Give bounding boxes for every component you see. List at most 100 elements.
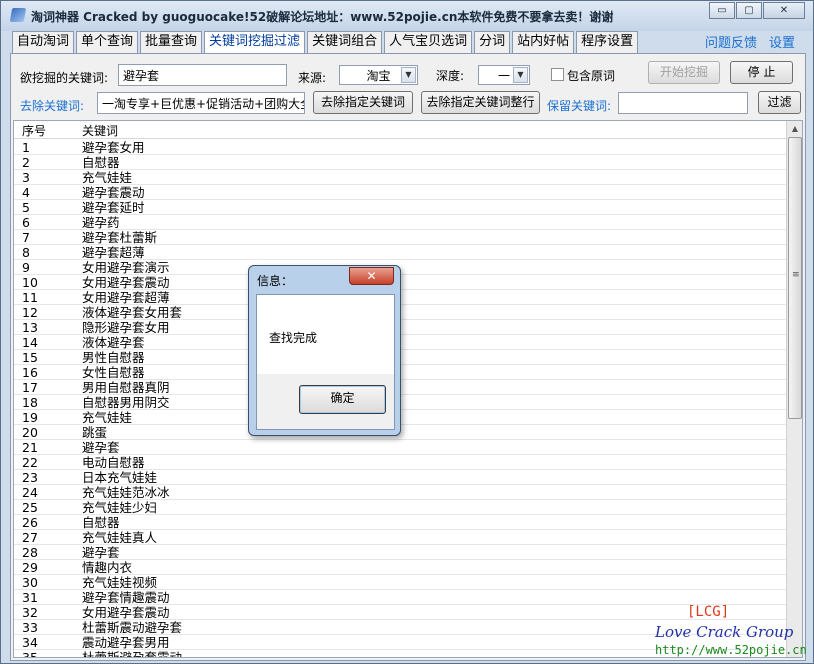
table-row[interactable]: 22 电动自慰器 bbox=[14, 455, 787, 470]
keyword-input[interactable]: 避孕套 bbox=[118, 64, 287, 86]
row-keyword: 跳蛋 bbox=[82, 425, 108, 440]
watermark-group: Love Crack Group bbox=[655, 623, 794, 641]
row-no: 23 bbox=[22, 470, 38, 485]
row-no: 20 bbox=[22, 425, 38, 440]
scroll-thumb[interactable]: ≡ bbox=[788, 137, 802, 419]
minimize-button[interactable]: ▭ bbox=[709, 2, 735, 19]
row-keyword: 自慰器 bbox=[82, 155, 120, 170]
row-no: 32 bbox=[22, 605, 38, 620]
table-row[interactable]: 1 避孕套女用 bbox=[14, 140, 787, 155]
keyword-label: 欲挖掘的关键词: bbox=[20, 71, 109, 85]
row-no: 29 bbox=[22, 560, 38, 575]
table-row[interactable]: 21 避孕套 bbox=[14, 440, 787, 455]
close-button[interactable]: ✕ bbox=[763, 2, 805, 19]
grip-icon: ≡ bbox=[792, 270, 800, 280]
tab-3[interactable]: 批量查询 bbox=[140, 31, 203, 53]
row-keyword: 避孕套超薄 bbox=[82, 245, 145, 260]
row-keyword: 避孕套情趣震动 bbox=[82, 590, 170, 605]
table-row[interactable]: 28 避孕套 bbox=[14, 545, 787, 560]
row-no: 31 bbox=[22, 590, 38, 605]
table-row[interactable]: 4 避孕套震动 bbox=[14, 185, 787, 200]
row-no: 8 bbox=[22, 245, 30, 260]
filter-button[interactable]: 过滤 bbox=[758, 91, 801, 114]
row-no: 28 bbox=[22, 545, 38, 560]
tab-9[interactable]: 程序设置 bbox=[576, 31, 639, 53]
row-keyword: 杜蕾斯避孕套震动 bbox=[82, 650, 183, 658]
table-row[interactable]: 7 避孕套杜蕾斯 bbox=[14, 230, 787, 245]
tab-4[interactable]: 关键词挖掘过滤 bbox=[204, 31, 306, 54]
chevron-down-icon[interactable]: ▼ bbox=[513, 67, 528, 83]
settings-link[interactable]: 设置 bbox=[769, 32, 795, 51]
table-row[interactable]: 32 女用避孕套震动 bbox=[14, 605, 787, 620]
row-no: 1 bbox=[22, 140, 30, 155]
row-no: 33 bbox=[22, 620, 38, 635]
row-keyword: 避孕套杜蕾斯 bbox=[82, 230, 158, 245]
remove-specified-button[interactable]: 去除指定关键词 bbox=[313, 91, 413, 114]
stop-button[interactable]: 停 止 bbox=[730, 61, 793, 84]
header-no[interactable]: 序号 bbox=[22, 122, 82, 139]
tab-7[interactable]: 分词 bbox=[474, 31, 511, 53]
row-keyword: 女用避孕套震动 bbox=[82, 605, 170, 620]
table-row[interactable]: 31 避孕套情趣震动 bbox=[14, 590, 787, 605]
table-row[interactable]: 3 充气娃娃 bbox=[14, 170, 787, 185]
table-row[interactable]: 26 自慰器 bbox=[14, 515, 787, 530]
row-keyword: 充气娃娃视频 bbox=[82, 575, 158, 590]
table-row[interactable]: 25 充气娃娃少妇 bbox=[14, 500, 787, 515]
keyword-list[interactable]: 序号 关键词 1 避孕套女用 2 自慰器 3 充气娃娃 4 避孕套震动 5 避孕套延时 6 避孕药 7 避… bbox=[13, 120, 803, 658]
keep-keyword-label: 保留关键词: bbox=[547, 99, 612, 113]
row-keyword: 男性自慰器 bbox=[82, 350, 145, 365]
table-row[interactable]: 27 充气娃娃真人 bbox=[14, 530, 787, 545]
row-no: 21 bbox=[22, 440, 38, 455]
source-label: 来源: bbox=[298, 71, 327, 85]
keep-keyword-input[interactable] bbox=[618, 92, 748, 114]
row-keyword: 避孕套延时 bbox=[82, 200, 145, 215]
table-row[interactable]: 30 充气娃娃视频 bbox=[14, 575, 787, 590]
dialog-ok-button[interactable]: 确定 bbox=[299, 385, 386, 414]
table-row[interactable]: 24 充气娃娃范冰冰 bbox=[14, 485, 787, 500]
tab-6[interactable]: 人气宝贝选词 bbox=[384, 31, 473, 53]
table-row[interactable]: 2 自慰器 bbox=[14, 155, 787, 170]
table-row[interactable]: 6 避孕药 bbox=[14, 215, 787, 230]
tab-2[interactable]: 单个查询 bbox=[76, 31, 139, 53]
tab-5[interactable]: 关键词组合 bbox=[307, 31, 383, 53]
table-row[interactable]: 5 避孕套延时 bbox=[14, 200, 787, 215]
include-original-checkbox[interactable] bbox=[551, 68, 564, 81]
tab-8[interactable]: 站内好帖 bbox=[512, 31, 575, 53]
scroll-up-icon[interactable]: ▲ bbox=[787, 121, 802, 137]
row-keyword: 女用避孕套震动 bbox=[82, 275, 170, 290]
feedback-link[interactable]: 问题反馈 bbox=[705, 32, 757, 51]
row-keyword: 男用自慰器真阴 bbox=[82, 380, 170, 395]
row-keyword: 充气娃娃范冰冰 bbox=[82, 485, 170, 500]
remove-rows-button[interactable]: 去除指定关键词整行 bbox=[421, 91, 540, 114]
vertical-scrollbar[interactable]: ▲ ≡ bbox=[786, 121, 802, 657]
row-no: 2 bbox=[22, 155, 30, 170]
row-keyword: 日本充气娃娃 bbox=[82, 470, 158, 485]
row-no: 19 bbox=[22, 410, 38, 425]
row-no: 13 bbox=[22, 320, 38, 335]
source-select[interactable]: 淘宝 ▼ bbox=[339, 65, 418, 85]
chevron-down-icon[interactable]: ▼ bbox=[401, 67, 416, 83]
row-keyword: 避孕套震动 bbox=[82, 185, 145, 200]
header-keyword[interactable]: 关键词 bbox=[82, 122, 118, 139]
start-mining-button[interactable]: 开始挖掘 bbox=[648, 61, 720, 84]
table-row[interactable]: 8 避孕套超薄 bbox=[14, 245, 787, 260]
row-keyword: 隐形避孕套女用 bbox=[82, 320, 170, 335]
tab-bar: 自动淘词 单个查询 批量查询 关键词挖掘过滤 关键词组合 人气宝贝选词 分词 站内好帖 程序设置 bbox=[12, 31, 640, 54]
row-no: 25 bbox=[22, 500, 38, 515]
maximize-button[interactable]: ▢ bbox=[736, 2, 762, 19]
depth-select[interactable]: 一 ▼ bbox=[478, 65, 530, 85]
row-no: 24 bbox=[22, 485, 38, 500]
table-row[interactable]: 29 情趣内衣 bbox=[14, 560, 787, 575]
row-keyword: 充气娃娃 bbox=[82, 170, 133, 185]
row-no: 18 bbox=[22, 395, 38, 410]
dialog-message: 查找完成 bbox=[269, 331, 318, 345]
remove-keyword-input[interactable]: 一淘专享+巨优惠+促销活动+团购大全+ bbox=[97, 92, 305, 114]
table-row[interactable]: 23 日本充气娃娃 bbox=[14, 470, 787, 485]
dialog-close-button[interactable]: ✕ bbox=[349, 267, 394, 285]
row-keyword: 避孕套女用 bbox=[82, 140, 145, 155]
row-no: 7 bbox=[22, 230, 30, 245]
row-no: 22 bbox=[22, 455, 38, 470]
row-no: 10 bbox=[22, 275, 38, 290]
tab-1[interactable]: 自动淘词 bbox=[12, 31, 75, 53]
row-no: 12 bbox=[22, 305, 38, 320]
